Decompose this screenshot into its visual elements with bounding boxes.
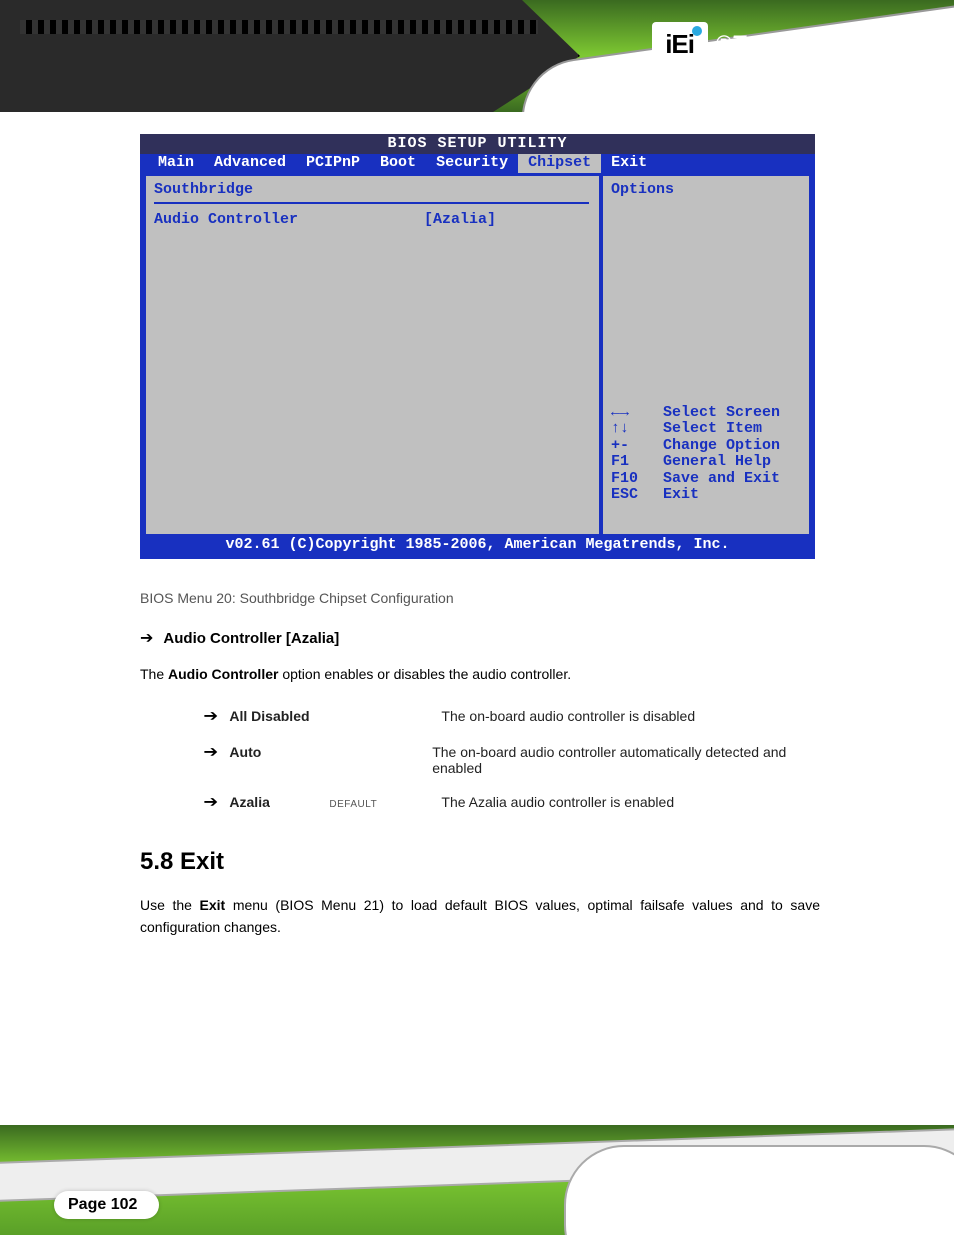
logo-tile: iEi	[652, 22, 708, 66]
logo-dot-icon	[692, 26, 702, 36]
bios-body: Southbridge Audio Controller [Azalia] Op…	[140, 174, 815, 560]
bios-tab-main[interactable]: Main	[148, 154, 204, 173]
key-row: ESCExit	[611, 487, 780, 504]
key-desc: Change Option	[663, 438, 780, 455]
bios-right-panel: Options ←→Select Screen ↑↓Select Item +-…	[601, 174, 811, 536]
option-desc: The Azalia audio controller is enabled	[441, 794, 674, 810]
exit-desc-part2: menu (BIOS Menu 21) to load default BIOS…	[140, 897, 820, 935]
exit-desc-part1: Use the	[140, 897, 200, 913]
setting-description: The Audio Controller option enables or d…	[140, 666, 820, 682]
audio-controller-label: Audio Controller	[154, 212, 424, 229]
exit-bold: Exit	[200, 897, 226, 913]
bios-tab-security[interactable]: Security	[426, 154, 518, 173]
option-list: ➔ All Disabled The on-board audio contro…	[204, 706, 820, 812]
option-row: ➔ Auto The on-board audio controller aut…	[204, 742, 820, 776]
page-number-tag: Page 102	[54, 1191, 159, 1219]
option-name: All Disabled	[229, 708, 317, 724]
bios-key-legend: ←→Select Screen ↑↓Select Item +-Change O…	[611, 405, 780, 504]
key-desc: Exit	[663, 487, 699, 504]
document-body: BIOS Menu 20: Southbridge Chipset Config…	[140, 590, 820, 939]
audio-controller-row[interactable]: Audio Controller [Azalia]	[154, 212, 591, 229]
audio-controller-value: [Azalia]	[424, 212, 496, 229]
bios-menu-caption: BIOS Menu 20: Southbridge Chipset Config…	[140, 590, 820, 606]
key-f1: F1	[611, 454, 663, 471]
key-row: ↑↓Select Item	[611, 421, 780, 438]
arrow-right-icon: ➔	[203, 792, 218, 812]
bios-screenshot: BIOS SETUP UTILITY Main Advanced PCIPnP …	[140, 134, 815, 559]
setting-block: ➔ Audio Controller [Azalia] The Audio Co…	[140, 628, 820, 682]
key-esc: ESC	[611, 487, 663, 504]
option-default: DEFAULT	[329, 799, 429, 810]
bios-tab-advanced[interactable]: Advanced	[204, 154, 296, 173]
option-name: Auto	[229, 744, 313, 760]
arrow-right-icon: ➔	[140, 628, 153, 648]
key-row: F1General Help	[611, 454, 780, 471]
footer-blob	[564, 1145, 954, 1235]
exit-description: Use the Exit menu (BIOS Menu 21) to load…	[140, 894, 820, 939]
bios-tabs: Main Advanced PCIPnP Boot Security Chips…	[140, 154, 815, 174]
section-heading-exit: 5.8 Exit	[140, 848, 820, 876]
page-header-banner: iEi ®Technology Corp.	[0, 0, 954, 112]
arrow-right-icon: ➔	[203, 742, 218, 762]
arrow-right-icon: ➔	[203, 706, 218, 726]
southbridge-heading: Southbridge	[154, 182, 591, 199]
bios-footer: v02.61 (C)Copyright 1985-2006, American …	[144, 536, 811, 556]
option-desc: The on-board audio controller automatica…	[432, 744, 820, 776]
key-arrows-lr: ←→	[611, 405, 663, 422]
bios-titlebar: BIOS SETUP UTILITY	[140, 134, 815, 154]
bios-left-panel: Southbridge Audio Controller [Azalia]	[144, 174, 601, 536]
south-divider	[154, 202, 589, 204]
corp-text: ®Technology Corp.	[716, 31, 918, 57]
bios-tab-pcipnp[interactable]: PCIPnP	[296, 154, 370, 173]
key-desc: Save and Exit	[663, 471, 780, 488]
brand-logo: iEi ®Technology Corp.	[652, 22, 918, 66]
page-number: Page 102	[68, 1196, 137, 1213]
key-plusminus: +-	[611, 438, 663, 455]
setting-title: Audio Controller [Azalia]	[163, 630, 339, 647]
key-desc: Select Item	[663, 421, 762, 438]
key-arrows-ud: ↑↓	[611, 421, 663, 438]
bios-tab-exit[interactable]: Exit	[601, 154, 657, 173]
options-heading: Options	[611, 182, 801, 199]
key-desc: General Help	[663, 454, 771, 471]
option-desc: The on-board audio controller is disable…	[441, 708, 695, 724]
key-row: ←→Select Screen	[611, 405, 780, 422]
key-desc: Select Screen	[663, 405, 780, 422]
logo-text: iEi	[665, 29, 694, 60]
key-row: +-Change Option	[611, 438, 780, 455]
option-row: ➔ Azalia DEFAULT The Azalia audio contro…	[204, 792, 820, 812]
option-row: ➔ All Disabled The on-board audio contro…	[204, 706, 820, 726]
key-row: F10Save and Exit	[611, 471, 780, 488]
bios-tab-boot[interactable]: Boot	[370, 154, 426, 173]
bios-tab-chipset[interactable]: Chipset	[518, 154, 601, 173]
option-name: Azalia	[229, 794, 317, 810]
key-f10: F10	[611, 471, 663, 488]
header-swoosh	[0, 0, 580, 112]
bios-panels: Southbridge Audio Controller [Azalia] Op…	[144, 174, 811, 536]
